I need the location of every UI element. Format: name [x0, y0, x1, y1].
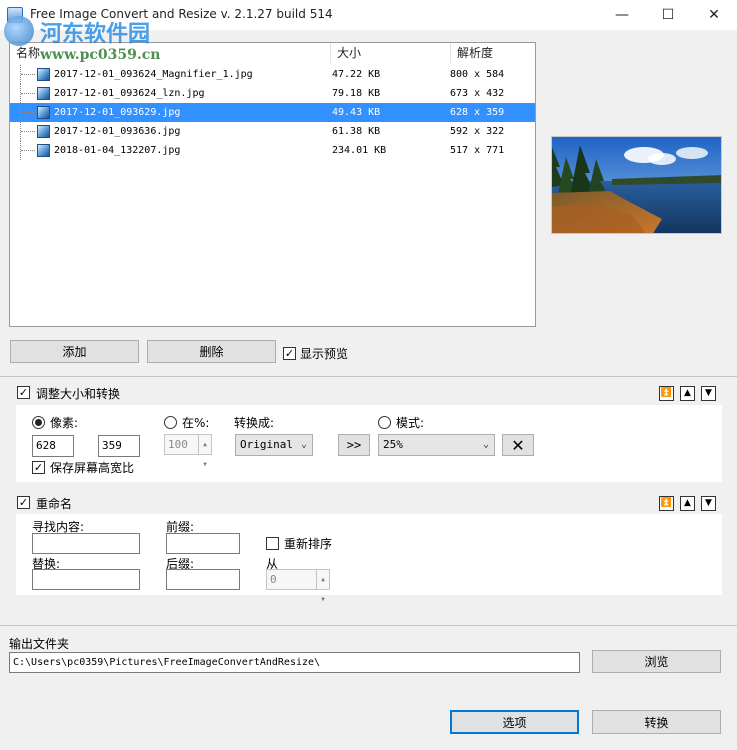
rename-panel-title: 重命名 — [36, 497, 73, 511]
file-row[interactable]: 2017-12-01_093624_lzn.jpg 79.18 KB 673 x 4… — [10, 84, 535, 103]
browse-button[interactable]: 浏览 — [592, 650, 721, 673]
column-header-size[interactable]: 大小 — [330, 43, 450, 63]
suffix-input[interactable] — [166, 569, 240, 590]
show-preview-checkbox[interactable]: ✓ — [283, 347, 296, 360]
move-top-icon[interactable]: ⏫ — [659, 386, 674, 401]
image-file-icon — [37, 87, 50, 100]
column-header-resolution[interactable]: 解析度 — [450, 43, 535, 63]
file-name: 2017-12-01_093629.jpg — [54, 107, 181, 118]
move-down-icon[interactable]: ▼ — [701, 496, 716, 511]
rename-enable-checkbox[interactable]: ✓ — [17, 496, 30, 509]
mode-radio[interactable] — [378, 416, 391, 429]
tree-connector — [20, 65, 36, 84]
divider — [0, 376, 737, 377]
height-input[interactable]: 359 — [98, 435, 140, 457]
file-size: 61.38 KB — [332, 126, 381, 137]
pixels-radio[interactable] — [32, 416, 45, 429]
file-resolution: 517 x 771 — [450, 145, 505, 156]
divider — [0, 625, 737, 626]
minimize-button[interactable]: — — [599, 0, 645, 30]
image-file-icon — [37, 144, 50, 157]
file-resolution: 673 x 432 — [450, 88, 505, 99]
replace-input[interactable] — [32, 569, 140, 590]
file-name: 2017-12-01_093624_lzn.jpg — [54, 88, 205, 99]
format-select[interactable]: Original ⌄ — [235, 434, 313, 456]
width-input[interactable]: 628 — [32, 435, 74, 457]
file-row[interactable]: 2018-01-04_132207.jpg 234.01 KB 517 x 771 — [10, 141, 535, 160]
move-down-icon[interactable]: ▼ — [701, 386, 716, 401]
file-name: 2017-12-01_093636.jpg — [54, 126, 181, 137]
from-value: 0 — [270, 573, 277, 586]
pixels-label: 像素: — [50, 416, 79, 430]
close-button[interactable]: ✕ — [691, 0, 737, 30]
from-spinner[interactable]: ▲ ▼ — [316, 570, 329, 603]
mode-value: 25% — [383, 438, 403, 451]
percent-radio[interactable] — [164, 416, 177, 429]
tree-connector — [20, 122, 36, 141]
show-preview-label: 显示预览 — [300, 347, 349, 361]
file-name: 2018-01-04_132207.jpg — [54, 145, 181, 156]
file-row[interactable]: 2017-12-01_093636.jpg 61.38 KB 592 x 322 — [10, 122, 535, 141]
percent-spinner[interactable]: ▲ ▼ — [198, 435, 211, 468]
file-size: 47.22 KB — [332, 69, 381, 80]
percent-value: 100 — [168, 438, 188, 451]
file-name: 2017-12-01_093624_Magnifier_1.jpg — [54, 69, 253, 80]
apply-format-button[interactable]: >> — [338, 434, 370, 456]
watermark-logo-icon — [4, 16, 34, 46]
renumber-label: 重新排序 — [284, 537, 333, 551]
file-row[interactable]: 2017-12-01_093624_Magnifier_1.jpg 47.22 K… — [10, 65, 535, 84]
output-folder-label: 输出文件夹 — [9, 637, 70, 651]
add-button[interactable]: 添加 — [10, 340, 139, 363]
file-size: 79.18 KB — [332, 88, 381, 99]
mode-select[interactable]: 25% ⌄ — [378, 434, 495, 456]
move-up-icon[interactable]: ▲ — [680, 386, 695, 401]
keep-ratio-label: 保存屏幕高宽比 — [50, 461, 135, 475]
file-list[interactable]: 名称 大小 解析度 2017-12-01_093624_Magnifier_1.… — [9, 42, 536, 327]
preview-landscape — [552, 137, 721, 233]
keep-ratio-checkbox[interactable]: ✓ — [32, 461, 45, 474]
close-icon: ✕ — [511, 435, 525, 455]
tree-connector — [20, 103, 36, 122]
image-file-icon — [37, 106, 50, 119]
delete-button[interactable]: 删除 — [147, 340, 276, 363]
chevron-down-icon: ⌄ — [300, 439, 307, 450]
maximize-button[interactable]: ☐ — [645, 0, 691, 30]
file-row[interactable]: 2017-12-01_093629.jpg 49.43 KB 628 x 359 — [10, 103, 535, 122]
percent-input[interactable]: 100 ▲ ▼ — [164, 434, 212, 468]
prefix-input[interactable] — [166, 533, 240, 554]
file-resolution: 800 x 584 — [450, 69, 505, 80]
move-top-icon[interactable]: ⏫ — [659, 496, 674, 511]
resize-enable-checkbox[interactable]: ✓ — [17, 386, 30, 399]
convert-button[interactable]: 转换 — [592, 710, 721, 734]
move-up-icon[interactable]: ▲ — [680, 496, 695, 511]
clear-mode-button[interactable]: ✕ — [502, 434, 534, 456]
output-path-input[interactable]: C:\Users\pc0359\Pictures\FreeImageConver… — [9, 652, 580, 673]
tree-connector — [20, 84, 36, 103]
resize-panel-title: 调整大小和转换 — [36, 387, 121, 401]
options-button[interactable]: 选项 — [450, 710, 579, 734]
watermark-url: www.pc0359.cn — [40, 47, 161, 63]
file-resolution: 592 x 322 — [450, 126, 505, 137]
file-size: 49.43 KB — [332, 107, 381, 118]
find-input[interactable] — [32, 533, 140, 554]
renumber-checkbox[interactable] — [266, 537, 279, 550]
chevron-down-icon: ⌄ — [482, 439, 489, 450]
convert-to-label: 转换成: — [234, 416, 275, 430]
mode-label: 模式: — [396, 416, 425, 430]
from-input[interactable]: 0 ▲ ▼ — [266, 569, 330, 603]
watermark-name: 河东软件园 — [40, 21, 151, 47]
image-preview — [551, 136, 722, 234]
percent-label: 在%: — [182, 416, 210, 430]
file-resolution: 628 x 359 — [450, 107, 505, 118]
file-size: 234.01 KB — [332, 145, 387, 156]
image-file-icon — [37, 125, 50, 138]
format-value: Original — [240, 438, 293, 451]
tree-connector — [20, 141, 36, 160]
image-file-icon — [37, 68, 50, 81]
